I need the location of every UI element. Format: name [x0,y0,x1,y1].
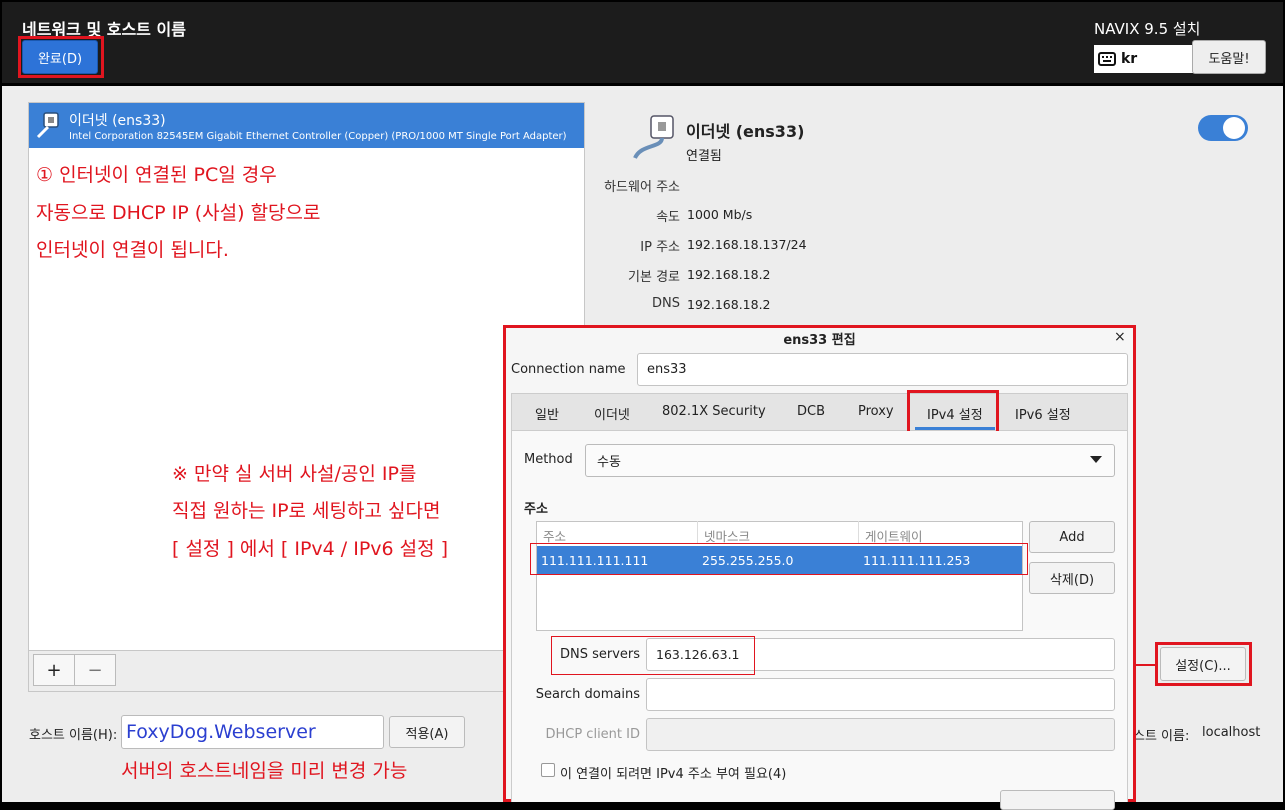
column-divider [858,521,859,543]
annotation-line: 자동으로 DHCP IP (사설) 할당으로 [36,202,321,224]
tab-ipv6-settings[interactable]: IPv6 설정 [1015,404,1071,423]
device-settings-button[interactable]: 설정(C)... [1160,647,1246,681]
detail-value: 1000 Mb/s [687,207,753,222]
highlight-dns [551,636,755,675]
remove-device-button[interactable]: − [74,654,116,686]
annotation-line: ※ 만약 실 서버 사설/공인 IP를 [172,463,417,485]
chevron-down-icon [1090,456,1102,463]
device-detail-name: 이더넷 (ens33) [686,122,805,141]
detail-key: 하드웨어 주소 [604,180,680,195]
tab-8021x-security[interactable]: 802.1X Security [662,404,766,419]
apply-hostname-button[interactable]: 적용(A) [389,716,465,748]
tab-ipv4-settings[interactable]: IPv4 설정 [927,404,983,423]
require-ipv4-label: 이 연결이 되려면 IPv4 주소 부여 필요(4) [560,767,787,782]
search-domains-label: Search domains [535,687,640,702]
tab-general[interactable]: 일반 [535,404,559,423]
detail-value: 192.168.18.2 [687,267,771,282]
detail-key: IP 주소 [640,240,680,255]
address-section-title: 주소 [524,502,548,517]
dhcp-client-id-label: DHCP client ID [545,727,640,742]
annotation-line: ① 인터넷이 연결된 PC일 경우 [36,164,277,186]
keyboard-icon [1098,52,1116,66]
connection-name-input[interactable]: ens33 [637,353,1128,386]
annotation-connector [1134,664,1158,666]
detail-key: 기본 경로 [628,270,680,285]
highlight-address-row [530,543,1028,575]
current-hostname-label: 스트 이름: [1133,729,1190,744]
ethernet-icon [633,115,674,160]
detail-key: DNS [652,296,680,311]
ethernet-icon [36,112,59,139]
dialog-title: ens33 편집 [783,333,856,348]
close-icon[interactable]: × [1114,329,1126,345]
network-device-list [28,102,585,692]
delete-address-button[interactable]: 삭제(D) [1029,562,1115,594]
routes-button[interactable] [1000,790,1115,810]
hostname-label: 호스트 이름(H): [29,728,118,743]
dhcp-client-id-input[interactable] [646,718,1115,751]
active-tab-indicator [915,427,995,430]
hostname-input[interactable]: FoxyDog.Webserver [121,715,384,749]
add-device-button[interactable]: + [33,654,75,686]
detail-key: 속도 [656,210,680,225]
connection-name-label: Connection name [511,362,626,377]
header-bar [0,0,1285,85]
toggle-knob [1223,117,1245,139]
done-button[interactable]: 완료(D) [22,40,98,74]
network-device-name: 이더넷 (ens33) [69,113,166,129]
detail-value: 192.168.18.2 [687,297,771,312]
annotation-line: [ 설정 ] 에서 [ IPv4 / IPv6 설정 ] [172,538,449,560]
help-button[interactable]: 도움말! [1192,40,1266,74]
tab-ethernet[interactable]: 이더넷 [594,404,630,423]
add-address-button[interactable]: Add [1029,521,1115,553]
column-divider [697,521,698,543]
tab-dcb[interactable]: DCB [797,404,825,419]
tab-proxy[interactable]: Proxy [858,404,894,419]
device-status: 연결됨 [686,149,722,164]
annotation-line: 서버의 호스트네임을 미리 변경 가능 [121,760,408,782]
keyboard-layout-indicator[interactable]: kr [1094,45,1194,73]
current-hostname-value: localhost [1202,725,1261,740]
method-select[interactable]: 수동 [585,444,1115,477]
network-device-description: Intel Corporation 82545EM Gigabit Ethern… [69,131,567,142]
annotation-line: 인터넷이 연결이 됩니다. [36,239,229,261]
installer-title: NAVIX 9.5 설치 [1094,20,1201,38]
search-domains-input[interactable] [646,678,1115,711]
method-label: Method [524,452,573,467]
keyboard-layout-label: kr [1121,51,1138,67]
require-ipv4-checkbox[interactable] [541,763,555,777]
annotation-line: 직접 원하는 IP로 세팅하고 싶다면 [172,500,441,522]
address-table [536,521,1023,631]
detail-value: 192.168.18.137/24 [687,237,807,252]
